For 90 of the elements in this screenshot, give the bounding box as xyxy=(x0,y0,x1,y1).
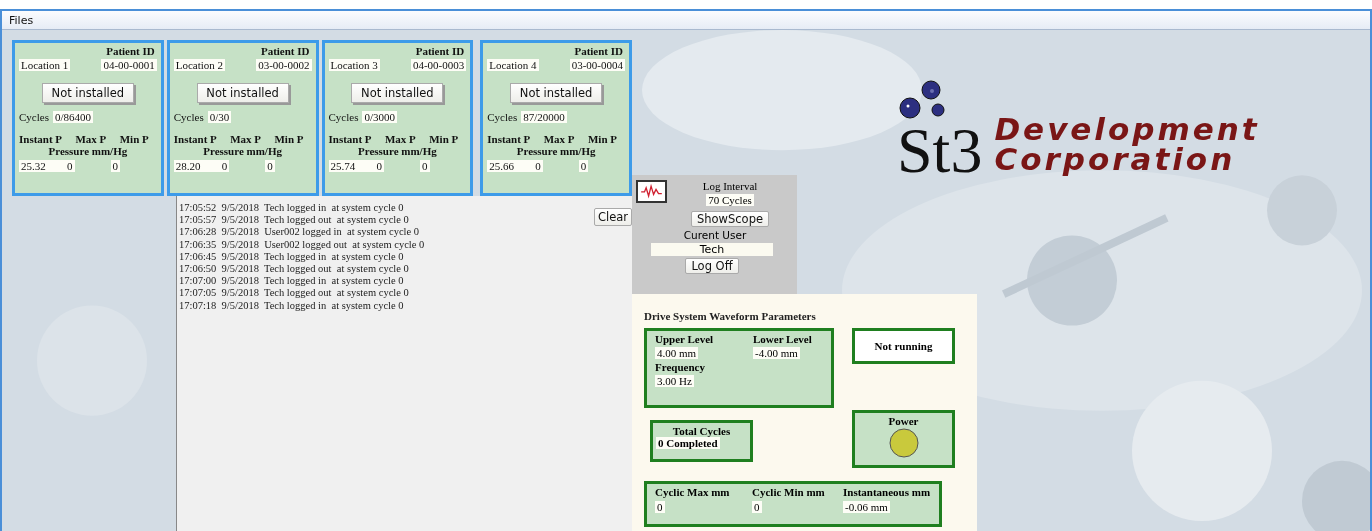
clear-button[interactable]: Clear xyxy=(593,208,632,226)
pressure-header: Instant P xyxy=(173,133,217,145)
log-entry: 17:06:28 9/5/2018 User002 logged in at system cycle 0 xyxy=(179,226,420,239)
patient-id-value: 03-00-0002 xyxy=(256,59,312,71)
patient-id-label: Patient ID xyxy=(106,45,155,57)
log-entry: 17:07:05 9/5/2018 Tech logged out at system cycle 0 xyxy=(179,287,410,300)
log-entry: 17:06:45 9/5/2018 Tech logged in at system cycle 0 xyxy=(179,250,405,263)
readout-label: Cyclic Min mm xyxy=(752,486,826,498)
lower-level-label: Lower Level xyxy=(753,333,813,345)
location-label: Location 1 xyxy=(19,59,71,71)
log-interval-value: 70 Cycles xyxy=(706,194,754,206)
pressure-header: Instant P xyxy=(328,133,372,145)
log-entry: 17:05:57 9/5/2018 Tech logged out at system cycle 0 xyxy=(179,214,410,227)
readout-value: 0 xyxy=(752,501,762,513)
upper-level-label: Upper Level xyxy=(655,333,715,345)
install-button[interactable]: Not installed xyxy=(510,83,603,103)
lower-level-value: -4.00 mm xyxy=(753,347,800,359)
readout-value: 0 xyxy=(655,501,665,513)
log-off-button[interactable]: Log Off xyxy=(685,258,739,274)
pressure-unit-label: Pressure mm/Hg xyxy=(203,145,282,157)
cycles-value: 0/86400 xyxy=(52,111,93,123)
readout-label: Cyclic Max mm xyxy=(655,486,731,498)
pressure-unit-label: Pressure mm/Hg xyxy=(516,145,596,157)
pressure-header: Min P xyxy=(274,133,304,145)
pressure-value: 28.20 xyxy=(173,160,220,172)
pressure-header: Min P xyxy=(587,133,617,145)
patient-id-label: Patient ID xyxy=(415,45,465,57)
readout-label: Instantaneous mm xyxy=(843,486,931,498)
location-label: Location 2 xyxy=(173,59,226,71)
location-label: Location 3 xyxy=(328,59,380,71)
pressure-value: 0 xyxy=(533,160,543,172)
pressure-value: 0 xyxy=(110,160,120,172)
pressure-header: Instant P xyxy=(19,133,63,145)
pressure-header: Min P xyxy=(429,133,459,145)
pressure-header: Max P xyxy=(384,133,416,145)
patient-id-value: 04-00-0001 xyxy=(101,59,157,71)
log-entry: 17:07:00 9/5/2018 Tech logged in at system cycle 0 xyxy=(179,275,405,288)
power-label: Power xyxy=(888,415,919,427)
log-entry: 17:06:50 9/5/2018 Tech logged out at system cycle 0 xyxy=(179,263,410,276)
panel-title: Drive System Waveform Parameters xyxy=(644,310,817,322)
menu-item[interactable]: Files xyxy=(6,13,37,27)
pressure-value: 0 xyxy=(420,160,430,172)
company-name: Development Corporation xyxy=(994,114,1260,174)
upper-level-value: 4.00 mm xyxy=(655,347,699,359)
log-entry: 17:07:18 9/5/2018 Tech logged in at system cycle 0 xyxy=(179,299,405,312)
patient-id-label: Patient ID xyxy=(260,45,310,57)
cycles-value: 87/20000 xyxy=(521,111,567,123)
pressure-value: 25.74 xyxy=(328,160,375,172)
cycles-label: Cycles xyxy=(328,111,359,123)
install-button[interactable]: Not installed xyxy=(351,83,444,103)
pressure-value: 0 xyxy=(578,160,589,172)
waveform-icon[interactable] xyxy=(636,180,667,203)
pressure-header: Max P xyxy=(230,133,262,145)
log-entry: 17:05:52 9/5/2018 Tech logged in at system cycle 0 xyxy=(179,202,405,215)
pressure-value: 25.32 xyxy=(19,160,65,172)
install-button[interactable]: Not installed xyxy=(196,83,289,103)
run-status: Not running xyxy=(852,328,955,364)
pressure-header: Instant P xyxy=(487,133,531,145)
pressure-value: 0 xyxy=(265,160,275,172)
install-button[interactable]: Not installed xyxy=(41,83,134,103)
cycles-value: 0/30 xyxy=(207,111,232,123)
pressure-unit-label: Pressure mm/Hg xyxy=(48,145,128,157)
frequency-label: Frequency xyxy=(655,361,706,373)
total-cycles-label: Total Cycles xyxy=(672,425,731,437)
patient-id-value: 04-00-0003 xyxy=(410,59,467,71)
pressure-value: 0 xyxy=(219,160,230,172)
power-lamp-icon xyxy=(887,427,920,459)
cycles-label: Cycles xyxy=(173,111,204,123)
location-label: Location 4 xyxy=(487,59,539,71)
pressure-value: 0 xyxy=(374,160,384,172)
pressure-value: 0 xyxy=(65,160,75,172)
cycles-label: Cycles xyxy=(19,111,49,123)
total-cycles-value: 0 Completed xyxy=(656,437,720,449)
patient-id-label: Patient ID xyxy=(574,45,623,57)
logo-text: St3 xyxy=(897,122,983,180)
pressure-unit-label: Pressure mm/Hg xyxy=(358,145,437,157)
log-interval-label: Log Interval xyxy=(702,180,758,192)
current-user-label: Curent User xyxy=(683,229,747,241)
readout-value: -0.06 mm xyxy=(843,501,890,513)
patient-id-value: 03-00-0004 xyxy=(569,59,625,71)
pressure-header: Max P xyxy=(75,133,107,145)
cycles-label: Cycles xyxy=(487,111,518,123)
log-entry: 17:06:35 9/5/2018 User002 logged out at system cycle 0 xyxy=(179,238,425,251)
user-field: Tech xyxy=(651,243,773,256)
cycles-value: 0/3000 xyxy=(362,111,397,123)
frequency-value: 3.00 Hz xyxy=(655,375,694,387)
show-scope-button[interactable]: ShowScope xyxy=(690,211,770,227)
pressure-header: Min P xyxy=(119,133,149,145)
pressure-value: 25.66 xyxy=(487,160,534,172)
pressure-header: Max P xyxy=(543,133,575,145)
